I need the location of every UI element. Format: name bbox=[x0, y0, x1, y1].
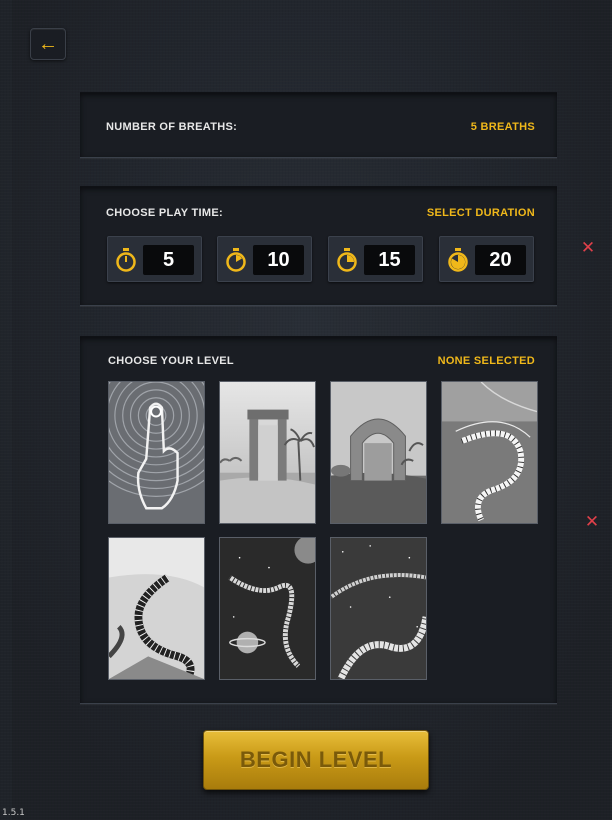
level-thumb-spiral-stairs-ocean[interactable] bbox=[441, 381, 538, 524]
breaths-label: NUMBER OF BREATHS: bbox=[106, 121, 238, 133]
level-thumb-space-stairs-stars[interactable] bbox=[330, 537, 427, 680]
level-thumb-stone-arch[interactable] bbox=[330, 381, 427, 524]
duration-option-10[interactable]: 10 bbox=[217, 236, 312, 282]
level-label: CHOOSE YOUR LEVEL bbox=[108, 355, 234, 367]
back-button[interactable]: ← bbox=[30, 28, 66, 60]
stopwatch-icon bbox=[337, 248, 357, 272]
close-play-time-icon[interactable]: ✕ bbox=[580, 239, 596, 256]
stopwatch-icon bbox=[116, 248, 136, 272]
level-panel: CHOOSE YOUR LEVEL NONE SELECTED bbox=[80, 336, 557, 704]
play-time-label: CHOOSE PLAY TIME: bbox=[106, 207, 223, 219]
stopwatch-icon bbox=[226, 248, 246, 272]
duration-value: 5 bbox=[143, 245, 194, 275]
begin-level-button[interactable]: BEGIN LEVEL bbox=[203, 730, 429, 790]
stopwatch-icon bbox=[448, 248, 468, 272]
arrow-left-icon: ← bbox=[38, 32, 58, 55]
select-duration-label: SELECT DURATION bbox=[426, 207, 535, 219]
duration-value: 20 bbox=[475, 245, 526, 275]
play-time-panel: CHOOSE PLAY TIME: SELECT DURATION 5 10 1… bbox=[80, 186, 557, 306]
level-thumb-desert-gate[interactable] bbox=[219, 381, 316, 524]
duration-option-15[interactable]: 15 bbox=[328, 236, 423, 282]
duration-option-20[interactable]: 20 bbox=[439, 236, 534, 282]
duration-value: 15 bbox=[364, 245, 415, 275]
close-level-icon[interactable]: ✕ bbox=[584, 513, 600, 530]
level-thumb-touch-finger[interactable] bbox=[108, 381, 205, 524]
version-label: 1.5.1 bbox=[2, 808, 25, 818]
level-thumb-space-stairs-planet[interactable] bbox=[219, 537, 316, 680]
duration-value: 10 bbox=[253, 245, 304, 275]
level-status: NONE SELECTED bbox=[437, 355, 535, 367]
breaths-panel: NUMBER OF BREATHS: 5 BREATHS bbox=[80, 92, 557, 158]
breaths-value[interactable]: 5 BREATHS bbox=[471, 121, 535, 133]
duration-option-5[interactable]: 5 bbox=[107, 236, 202, 282]
level-thumb-spiral-stairs-sky[interactable] bbox=[108, 537, 205, 680]
